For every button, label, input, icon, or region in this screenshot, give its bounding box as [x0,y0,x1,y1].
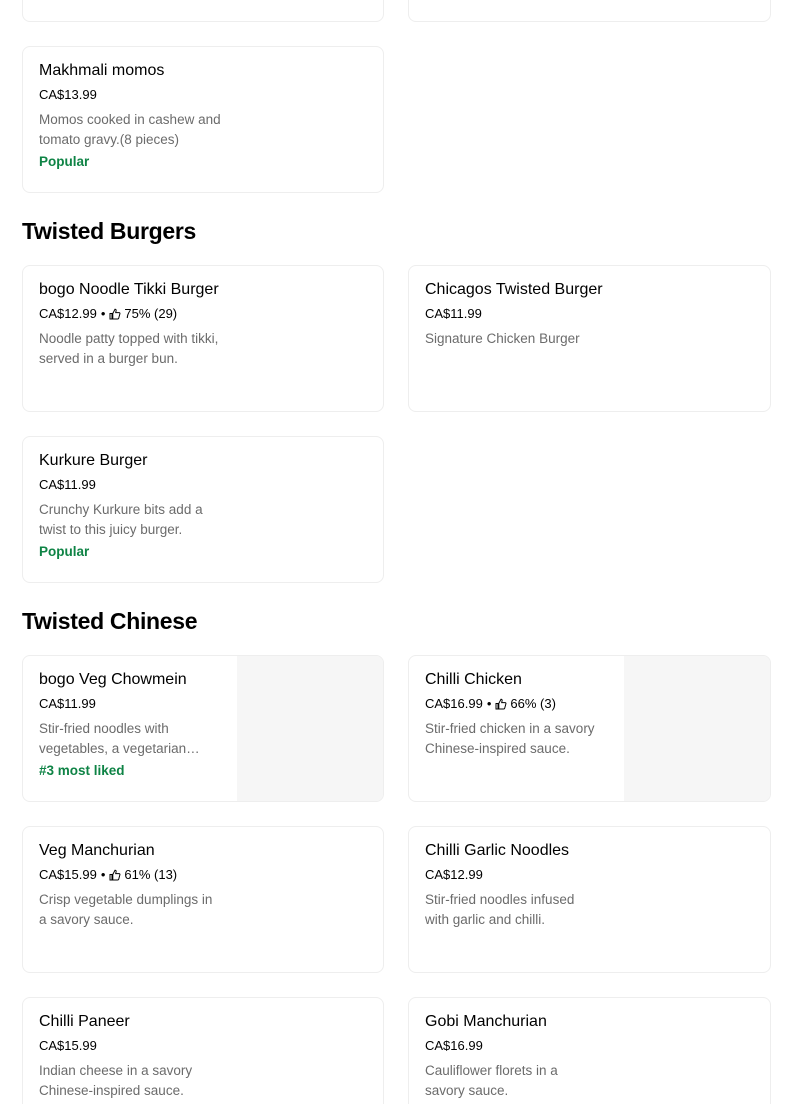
popular-badge: Popular [39,544,90,559]
item-description: Stir-fried noodles infused with garlic a… [425,892,575,927]
separator-dot: • [486,696,492,711]
item-image-placeholder [624,656,770,801]
menu-item-kurkure-burger[interactable]: Kurkure Burger CA$11.99 Crunchy Kurkure … [22,436,384,583]
item-description: Crunchy Kurkure bits add a twist to this… [39,502,203,537]
item-price: CA$16.99 [425,1038,483,1053]
item-name: Chilli Paneer [39,1013,130,1030]
item-rating: 75% (29) [124,306,178,321]
most-liked-badge: #3 most liked [39,763,125,778]
separator-dot: • [100,306,106,321]
item-name: Gobi Manchurian [425,1013,547,1030]
menu-item-gobi-manchurian[interactable]: Gobi Manchurian CA$16.99 Cauliflower flo… [408,997,771,1104]
item-description: Momos cooked in cashew and tomato gravy.… [39,112,221,147]
item-description: Stir-fried noodles with vegetables, a ve… [39,721,187,756]
menu-item-bogo-noodle-tikki-burger[interactable]: bogo Noodle Tikki Burger CA$12.99 • 75% … [22,265,384,412]
thumbs-up-icon [495,698,507,710]
section-title-twisted-chinese: Twisted Chinese [22,608,198,634]
item-name: bogo Veg Chowmein [39,671,187,688]
item-price: CA$11.99 [39,477,96,492]
item-price: CA$13.99 [39,87,97,102]
menu-item-chicagos-twisted-burger[interactable]: Chicagos Twisted Burger CA$11.99 Signatu… [408,265,771,412]
menu-item-veg-manchurian[interactable]: Veg Manchurian CA$15.99 • 61% (13) Crisp… [22,826,384,973]
item-description: Noodle patty topped with tikki, served i… [39,331,219,366]
item-description: Indian cheese in a savory Chinese-inspir… [39,1063,193,1098]
menu-item-chilli-garlic-noodles[interactable]: Chilli Garlic Noodles CA$12.99 Stir-frie… [408,826,771,973]
item-description: Stir-fried chicken in a savory Chinese-i… [425,721,595,756]
item-rating: 66% (3) [510,696,556,711]
item-rating: 61% (13) [124,867,178,882]
item-price: CA$15.99 [39,867,97,882]
item-name: bogo Noodle Tikki Burger [39,281,219,298]
popular-badge: Popular [39,154,90,169]
item-price: CA$11.99 [425,306,482,321]
item-price: CA$15.99 [39,1038,97,1053]
separator-dot: • [100,867,106,882]
section-title-twisted-burgers: Twisted Burgers [22,218,196,244]
item-name: Kurkure Burger [39,452,148,469]
menu-item-makhmali-momos[interactable]: Makhmali momos CA$13.99 Momos cooked in … [22,46,384,193]
item-price: CA$16.99 [425,696,483,711]
menu-item-chilli-chicken[interactable]: Chilli Chicken CA$16.99 • 66% (3) Stir-f… [408,655,771,802]
thumbs-up-icon [109,308,121,320]
item-description: Signature Chicken Burger [425,331,580,346]
item-name: Makhmali momos [39,62,165,79]
menu-item-card-partial-left[interactable] [22,0,384,22]
item-name: Chilli Garlic Noodles [425,842,570,859]
item-price: CA$11.99 [39,696,96,711]
item-name: Veg Manchurian [39,842,155,859]
item-price: CA$12.99 [39,306,97,321]
item-image-placeholder [237,656,383,801]
menu-item-card-partial-right[interactable] [408,0,771,22]
item-description: Cauliflower florets in a savory sauce. [425,1063,558,1098]
item-price: CA$12.99 [425,867,483,882]
item-name: Chilli Chicken [425,671,522,688]
item-name: Chicagos Twisted Burger [425,281,603,298]
item-description: Crisp vegetable dumplings in a savory sa… [39,892,213,927]
menu-item-chilli-paneer[interactable]: Chilli Paneer CA$15.99 Indian cheese in … [22,997,384,1104]
thumbs-up-icon [109,869,121,881]
menu-item-bogo-veg-chowmein[interactable]: bogo Veg Chowmein CA$11.99 Stir-fried no… [22,655,384,802]
